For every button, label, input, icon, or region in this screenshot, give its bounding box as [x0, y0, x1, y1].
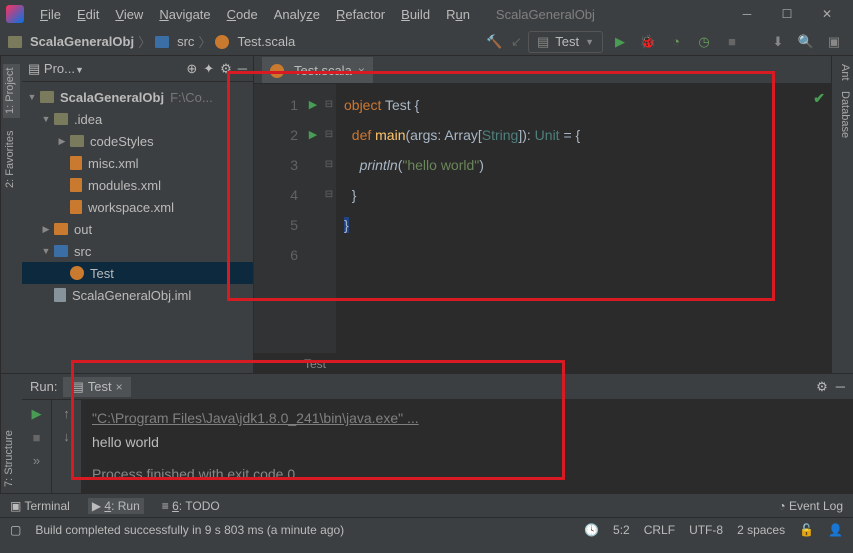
code-area[interactable]: 123456 ▶▶ ⊟⊟⊟⊟ object Test { def main(ar…: [254, 84, 831, 353]
main-menu: FFileile Edit View Navigate Code Analyze…: [34, 5, 476, 24]
crumb-folder[interactable]: src: [177, 34, 194, 49]
terminal-tab[interactable]: ▣ Terminal: [10, 499, 70, 513]
encoding[interactable]: UTF-8: [689, 523, 723, 537]
run-config-name: Test: [555, 34, 579, 49]
tree-idea[interactable]: ▼.idea: [22, 108, 253, 130]
up-icon[interactable]: ↑: [63, 406, 70, 421]
tree-workspace[interactable]: workspace.xml: [22, 196, 253, 218]
run-gutter[interactable]: ▶▶: [304, 84, 322, 353]
code-text[interactable]: object Test { def main(args: Array[Strin…: [336, 84, 831, 353]
tree-src[interactable]: ▼src: [22, 240, 253, 262]
status-message: Build completed successfully in 9 s 803 …: [35, 523, 570, 537]
tree-out[interactable]: ▶out: [22, 218, 253, 240]
caret-pos[interactable]: 5:2: [613, 523, 630, 537]
close-run-tab[interactable]: ×: [116, 380, 123, 394]
inspection-icon[interactable]: 👤: [828, 523, 843, 537]
breadcrumb[interactable]: ScalaGeneralObj 〉 src 〉 Test.scala: [8, 32, 295, 51]
crumb-project[interactable]: ScalaGeneralObj: [30, 34, 134, 49]
run-tab-label[interactable]: Test: [88, 379, 112, 394]
menu-code[interactable]: Code: [221, 5, 264, 24]
close-tab-icon[interactable]: ×: [358, 64, 365, 78]
build-button[interactable]: 🔨: [483, 31, 505, 53]
editor-breadcrumb[interactable]: Test: [254, 353, 831, 373]
tree-misc[interactable]: misc.xml: [22, 152, 253, 174]
menu-refactor[interactable]: Refactor: [330, 5, 391, 24]
close-button[interactable]: ✕: [807, 7, 847, 21]
menu-file[interactable]: FFileile: [34, 5, 67, 24]
minimize-button[interactable]: ─: [727, 7, 767, 21]
run-tab[interactable]: ▶ 4: Run: [88, 498, 144, 514]
folder-icon: [155, 36, 169, 48]
profile-button[interactable]: ◷: [693, 31, 715, 53]
run-button[interactable]: ▶: [609, 31, 631, 53]
status-icon[interactable]: ▢: [10, 523, 21, 537]
ant-tool-tab[interactable]: Ant: [834, 64, 851, 81]
status-clock-icon[interactable]: 🕓: [584, 523, 599, 537]
hide-icon[interactable]: ─: [238, 61, 247, 76]
panel-title: ▤ Pro...▼: [28, 61, 84, 77]
project-tool-window: ▤ Pro...▼ ⊕ ✦ ⚙ ─ ▼ScalaGeneralObj F:\Co…: [22, 56, 254, 373]
menu-analyze[interactable]: Analyze: [268, 5, 326, 24]
run-gear-icon[interactable]: ⚙: [816, 379, 828, 395]
coverage-button[interactable]: ◔: [665, 31, 687, 53]
indent[interactable]: 2 spaces: [737, 523, 785, 537]
rerun-button[interactable]: ▶: [32, 406, 42, 422]
tree-codestyles[interactable]: ▶codeStyles: [22, 130, 253, 152]
down-icon[interactable]: ↓: [63, 429, 70, 444]
tab-label: Test.scala: [294, 63, 352, 78]
stop-run-button[interactable]: ■: [33, 430, 41, 445]
vcs-button[interactable]: ⬇: [767, 31, 789, 53]
crumb-file[interactable]: Test.scala: [237, 34, 295, 49]
database-tool-tab[interactable]: Database: [834, 91, 851, 138]
todo-tab[interactable]: ≡ 6: TODO: [162, 499, 220, 513]
console-line: hello world: [92, 430, 843, 454]
favorites-tool-tab[interactable]: 2: Favorites: [3, 126, 20, 191]
run-config-selector[interactable]: ▤ Test ▼: [528, 31, 603, 53]
tree-iml[interactable]: ScalaGeneralObj.iml: [22, 284, 253, 306]
console-exit: Process finished with exit code 0: [92, 462, 843, 486]
console-cmd: "C:\Program Files\Java\jdk1.8.0_241\bin\…: [92, 410, 419, 426]
more-icon[interactable]: »: [33, 453, 40, 468]
line-numbers: 123456: [254, 84, 304, 353]
search-button[interactable]: 🔍: [795, 31, 817, 53]
gear-icon[interactable]: ⚙: [220, 61, 232, 77]
ide-logo: [6, 5, 24, 23]
debug-button[interactable]: 🐞: [637, 31, 659, 53]
run-panel-title: Run:: [30, 379, 57, 394]
readonly-icon[interactable]: 🔓: [799, 523, 814, 537]
editor-tab[interactable]: Test.scala ×: [262, 57, 373, 83]
window-title: ScalaGeneralObj: [476, 7, 727, 22]
menu-navigate[interactable]: Navigate: [153, 5, 216, 24]
maximize-button[interactable]: ☐: [767, 7, 807, 21]
console-output[interactable]: "C:\Program Files\Java\jdk1.8.0_241\bin\…: [82, 400, 853, 493]
menu-view[interactable]: View: [109, 5, 149, 24]
project-tool-tab[interactable]: 1: Project: [3, 64, 20, 118]
scala-icon: [215, 35, 229, 49]
project-icon: [8, 36, 22, 48]
tree-root[interactable]: ▼ScalaGeneralObj F:\Co...: [22, 86, 253, 108]
stop-button[interactable]: ■: [721, 31, 743, 53]
settings-button[interactable]: ▣: [823, 31, 845, 53]
menu-build[interactable]: Build: [395, 5, 436, 24]
editor: Test.scala × 123456 ▶▶ ⊟⊟⊟⊟ object Test …: [254, 56, 831, 373]
tree-test[interactable]: Test: [22, 262, 253, 284]
inspection-ok-icon: ✔: [813, 90, 825, 107]
structure-tool-tab[interactable]: 7: Structure: [3, 430, 20, 487]
menu-run[interactable]: Run: [440, 5, 476, 24]
line-sep[interactable]: CRLF: [644, 523, 675, 537]
run-hide-icon[interactable]: ─: [836, 379, 845, 394]
event-log-tab[interactable]: ◔ Event Log: [778, 499, 843, 513]
locate-icon[interactable]: ⊕: [186, 61, 197, 77]
fold-gutter[interactable]: ⊟⊟⊟⊟: [322, 84, 336, 353]
tree-modules[interactable]: modules.xml: [22, 174, 253, 196]
expand-icon[interactable]: ✦: [203, 61, 214, 77]
scala-icon: [270, 64, 284, 78]
menu-edit[interactable]: Edit: [71, 5, 105, 24]
